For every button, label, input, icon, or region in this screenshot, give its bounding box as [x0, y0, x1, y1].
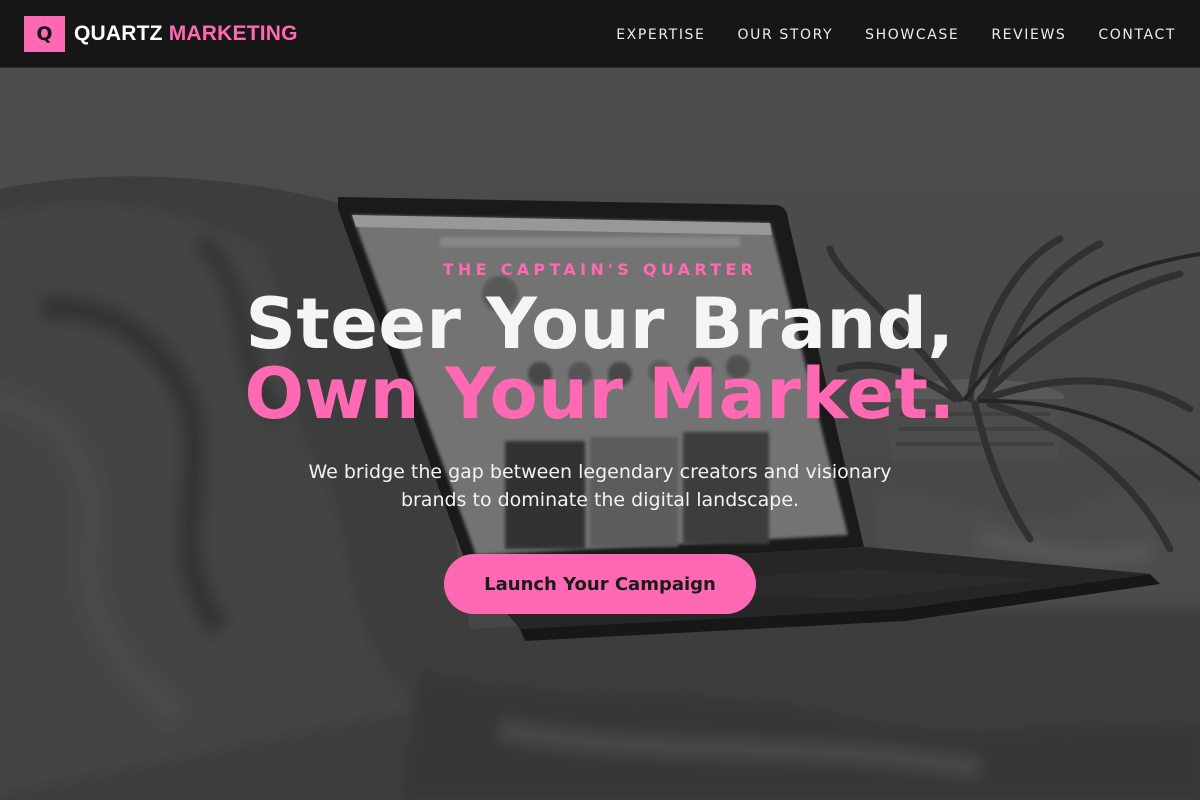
nav-link-our-story[interactable]: OUR STORY: [737, 27, 833, 43]
brand-name: QUARTZ MARKETING: [74, 22, 298, 46]
hero-headline-line2: Own Your Market.: [244, 353, 956, 435]
brand-logo-link[interactable]: Q QUARTZ MARKETING: [24, 15, 298, 52]
launch-campaign-button[interactable]: Launch Your Campaign: [444, 554, 756, 614]
hero-content: THE CAPTAIN'S QUARTER Steer Your Brand, …: [0, 69, 1200, 800]
main-nav: EXPERTISE OUR STORY SHOWCASE REVIEWS CON…: [616, 24, 1176, 43]
nav-item-reviews: REVIEWS: [991, 24, 1066, 43]
brand-name-primary: QUARTZ: [74, 21, 163, 45]
nav-item-our-story: OUR STORY: [737, 24, 833, 43]
hero-eyebrow: THE CAPTAIN'S QUARTER: [442, 260, 758, 279]
nav-link-expertise[interactable]: EXPERTISE: [616, 27, 705, 43]
nav-link-showcase[interactable]: SHOWCASE: [865, 27, 959, 43]
nav-link-reviews[interactable]: REVIEWS: [991, 27, 1066, 43]
brand-name-accent: MARKETING: [168, 21, 298, 45]
hero-headline-line1: Steer Your Brand,: [245, 283, 955, 365]
nav-link-contact[interactable]: CONTACT: [1098, 27, 1176, 43]
hero-subtext: We bridge the gap between legendary crea…: [308, 461, 892, 511]
nav-item-expertise: EXPERTISE: [616, 24, 705, 43]
nav-item-contact: CONTACT: [1098, 24, 1176, 43]
logo-icon: Q: [24, 15, 65, 52]
hero-headline: Steer Your Brand, Own Your Market.: [244, 289, 955, 429]
hero-section: THE CAPTAIN'S QUARTER Steer Your Brand, …: [0, 69, 1200, 800]
top-navbar: Q QUARTZ MARKETING EXPERTISE OUR STORY S…: [0, 0, 1200, 68]
nav-item-showcase: SHOWCASE: [865, 24, 959, 43]
